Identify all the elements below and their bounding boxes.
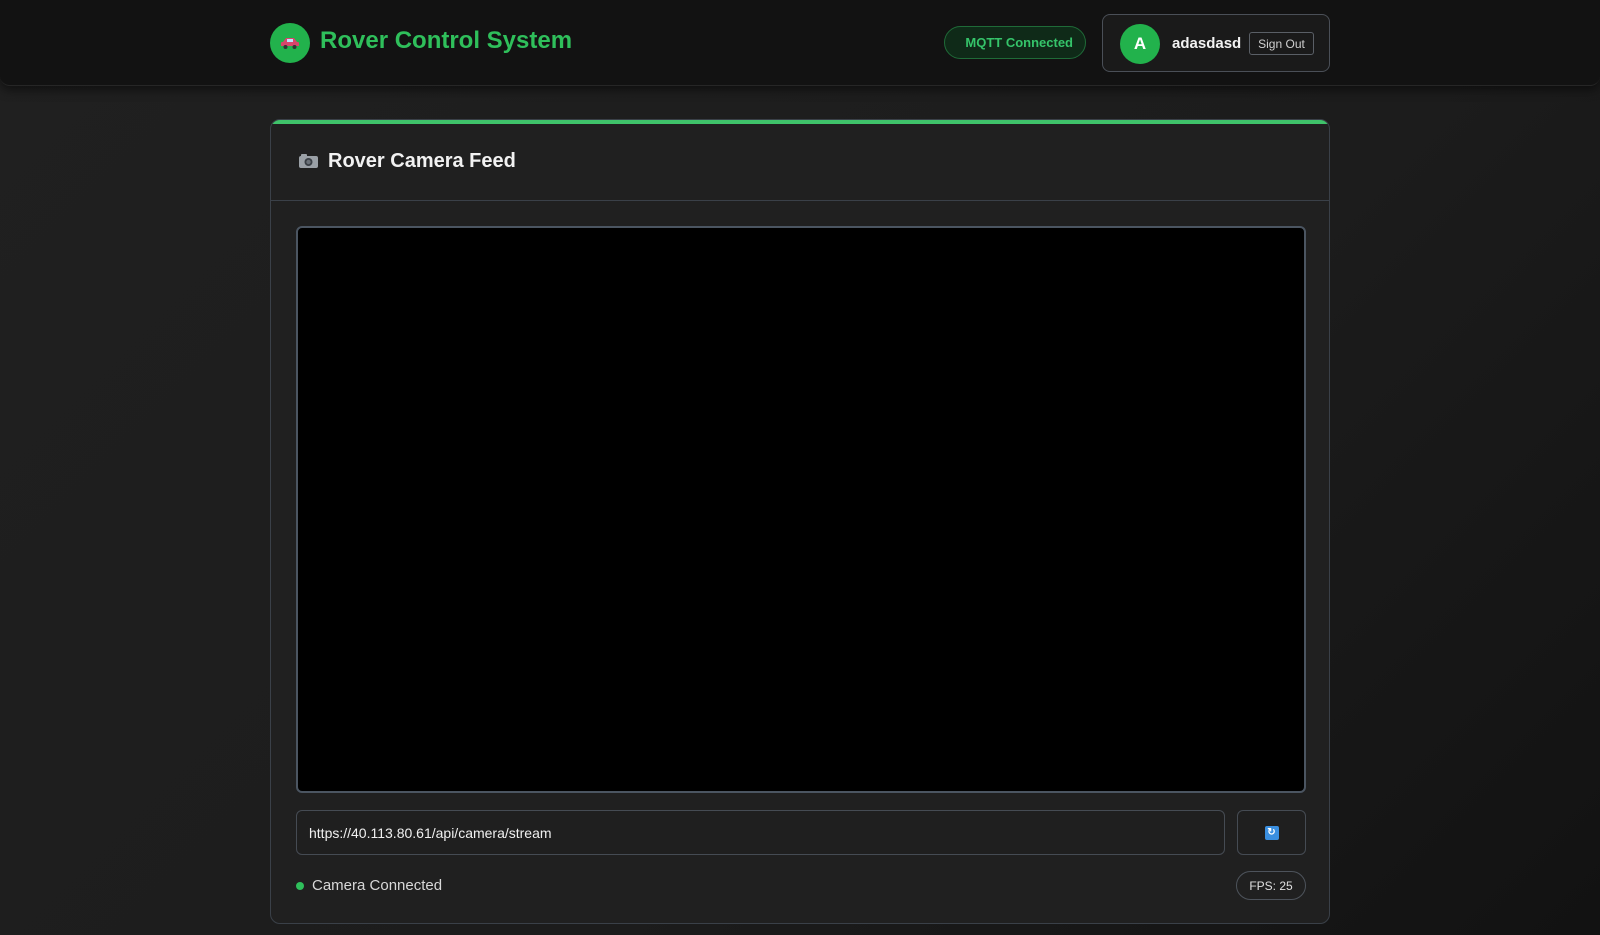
camera-video-feed: [296, 226, 1306, 793]
refresh-stream-button[interactable]: ↻: [1237, 810, 1306, 855]
refresh-icon: ↻: [1264, 825, 1279, 840]
status-indicator-dot: [296, 882, 304, 890]
camera-icon: [299, 154, 318, 168]
user-menu: A adasdasd Sign Out: [1102, 14, 1330, 72]
panel-header: Rover Camera Feed: [271, 120, 1329, 201]
panel-title: Rover Camera Feed: [328, 150, 516, 172]
sign-out-button[interactable]: Sign Out: [1249, 32, 1314, 55]
fps-badge: FPS: 25: [1236, 871, 1306, 900]
car-icon: [270, 23, 310, 63]
app-header: Rover Control System MQTT Connected A ad…: [0, 0, 1600, 86]
username: adasdasd: [1172, 35, 1242, 52]
app-title: Rover Control System: [320, 27, 573, 54]
mqtt-status-badge: MQTT Connected: [944, 26, 1086, 59]
camera-status-text: Camera Connected: [312, 877, 443, 894]
avatar: A: [1120, 24, 1160, 64]
stream-url-input[interactable]: [296, 810, 1225, 855]
camera-feed-panel: Rover Camera Feed ↻ Camera Connected FPS…: [270, 119, 1330, 924]
